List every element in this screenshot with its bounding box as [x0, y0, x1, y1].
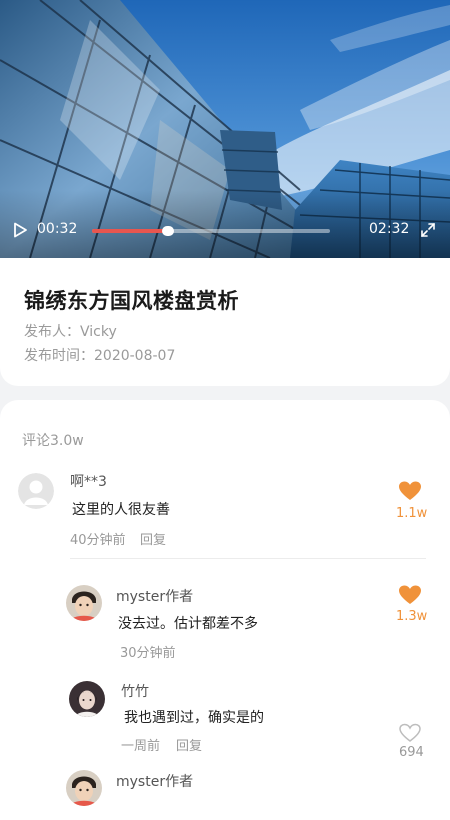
publisher-label: 发布人： [24, 324, 80, 340]
video-controls: 00:32 02:32 [0, 218, 450, 242]
publish-time-row: 发布时间：2020-08-07 [24, 345, 175, 365]
comment-time: 一周前 [121, 739, 161, 754]
comment-author[interactable]: 竹竹 [121, 681, 149, 701]
reply-button[interactable]: 回复 [176, 735, 202, 754]
heart-outline-icon[interactable] [398, 723, 422, 743]
publisher-row: 发布人：Vicky [24, 321, 117, 341]
woman-photo-avatar[interactable] [69, 681, 105, 717]
video-player[interactable]: 00:32 02:32 [0, 0, 450, 258]
publish-time: 2020-08-07 [94, 348, 176, 364]
publish-time-label: 发布时间： [24, 348, 94, 364]
child-photo-avatar[interactable] [66, 770, 102, 806]
comment-author[interactable]: myster作者 [116, 586, 193, 606]
heart-filled-icon[interactable] [398, 585, 422, 605]
divider [70, 558, 426, 559]
comment-text: 没去过。估计都差不多 [118, 616, 258, 632]
child-photo-avatar[interactable] [66, 585, 102, 621]
comment-text: 我也遇到过，确实是的 [124, 710, 264, 726]
publisher-name: Vicky [80, 324, 117, 340]
comment-text: 这里的人很友善 [72, 502, 170, 518]
post-title: 锦绣东方国风楼盘赏析 [24, 289, 239, 313]
comment-time: 40分钟前 [70, 533, 126, 548]
comment-author[interactable]: 啊**3 [70, 471, 107, 491]
comment-time: 30分钟前 [120, 646, 176, 661]
like-count: 1.3w [396, 609, 428, 624]
play-icon[interactable] [12, 222, 28, 238]
comment-count: 评论3.0w [22, 433, 84, 449]
current-time: 00:32 [37, 221, 78, 237]
heart-filled-icon[interactable] [398, 481, 422, 501]
default-avatar-icon[interactable] [18, 473, 54, 509]
progress-bar[interactable] [92, 226, 330, 236]
progress-fill [92, 229, 166, 233]
like-count: 694 [399, 745, 424, 760]
comment-author[interactable]: myster作者 [116, 771, 193, 791]
post-info-card: 锦绣东方国风楼盘赏析 发布人：Vicky 发布时间：2020-08-07 [0, 258, 450, 386]
comments-section: 评论3.0w 啊**3 这里的人很友善 40分钟前 回复 1.1w myster… [0, 400, 450, 820]
total-time: 02:32 [369, 221, 410, 237]
like-count: 1.1w [396, 506, 428, 521]
reply-button[interactable]: 回复 [140, 529, 166, 548]
progress-handle[interactable] [162, 226, 174, 236]
fullscreen-icon[interactable] [420, 222, 436, 238]
